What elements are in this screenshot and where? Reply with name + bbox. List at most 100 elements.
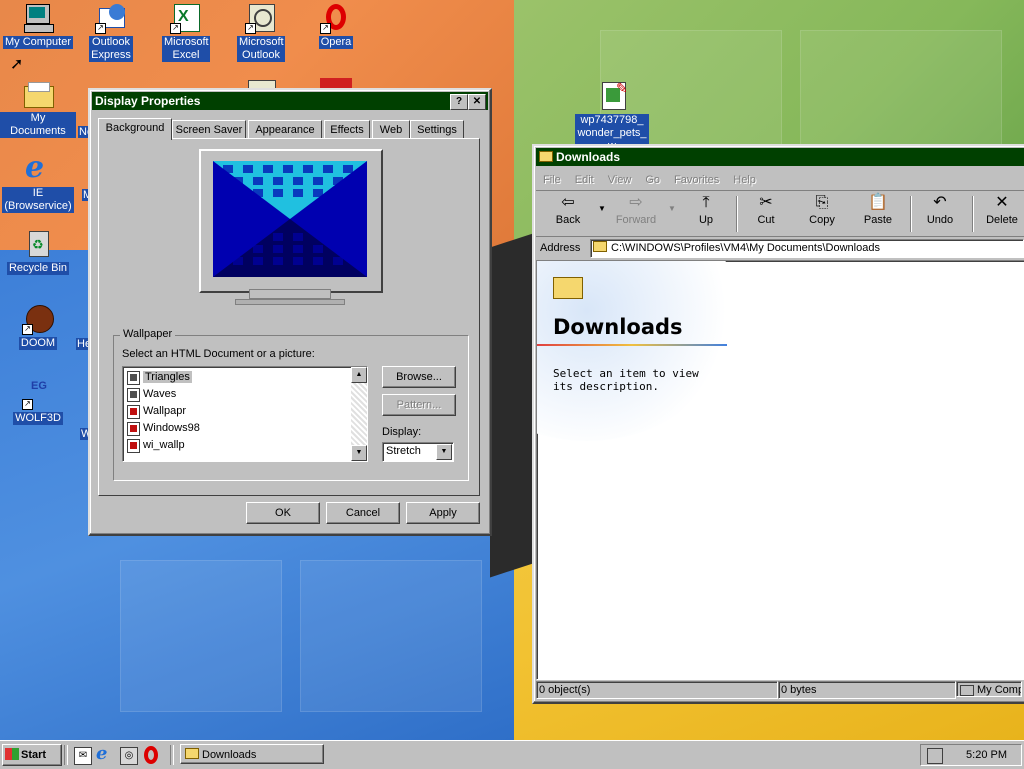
wallpaper-list-item[interactable]: Windows98 bbox=[125, 420, 351, 437]
desktop-icon-my-computer[interactable]: My Computer bbox=[0, 2, 76, 49]
taskbar-separator bbox=[170, 745, 174, 765]
status-size: 0 bytes bbox=[778, 681, 956, 699]
menu-help[interactable]: Help bbox=[726, 170, 763, 190]
close-button[interactable]: ✕ bbox=[468, 94, 486, 110]
quicklaunch-outlook-icon[interactable]: ✉ bbox=[74, 747, 92, 765]
wallpaper-file-icon bbox=[127, 388, 140, 402]
list-scrollbar[interactable]: ▲ ▼ bbox=[351, 367, 367, 461]
back-button[interactable]: ⇦ Back bbox=[538, 192, 598, 234]
clock[interactable]: 5:20 PM bbox=[966, 745, 1007, 765]
heading-rule bbox=[537, 344, 727, 346]
tab-web[interactable]: Web bbox=[372, 120, 410, 139]
menu-edit[interactable]: Edit bbox=[568, 170, 601, 190]
tab-panel: Wallpaper Select an HTML Document or a p… bbox=[98, 138, 480, 496]
start-button[interactable]: Start bbox=[2, 744, 62, 766]
status-bar: 0 object(s) 0 bytes My Comp bbox=[536, 681, 1024, 699]
mouse-cursor-icon: ➚ bbox=[10, 56, 24, 73]
paste-icon: 📋 bbox=[868, 194, 888, 211]
tab-settings[interactable]: Settings bbox=[410, 120, 464, 139]
menu-view[interactable]: View bbox=[601, 170, 639, 190]
folder-icon bbox=[185, 748, 199, 759]
forward-button[interactable]: ⇨ Forward bbox=[606, 192, 666, 234]
outlook-icon: ↗ bbox=[245, 2, 277, 34]
scroll-up-arrow-icon[interactable]: ▲ bbox=[351, 367, 367, 383]
tab-effects[interactable]: Effects bbox=[324, 120, 370, 139]
wallpaper-list-item[interactable]: Wallpapr bbox=[125, 403, 351, 420]
wallpaper-list-item[interactable]: wi_wallp bbox=[125, 437, 351, 454]
folder-large-icon bbox=[553, 277, 583, 299]
menu-file[interactable]: File bbox=[536, 170, 568, 190]
chevron-down-icon[interactable]: ▼ bbox=[436, 444, 452, 460]
quicklaunch-channels-icon[interactable]: ◎ bbox=[120, 747, 138, 765]
computer-icon bbox=[960, 685, 974, 696]
display-properties-window: Display Properties ? ✕ Background Screen… bbox=[88, 88, 492, 536]
address-bar: Address C:\WINDOWS\Profiles\VM4\My Docum… bbox=[536, 238, 1024, 258]
scroll-down-arrow-icon[interactable]: ▼ bbox=[351, 445, 367, 461]
monitor-base bbox=[235, 299, 345, 305]
quicklaunch-opera-icon[interactable] bbox=[144, 746, 158, 764]
image-file-icon: ✎ bbox=[596, 80, 628, 112]
wallpaper-pane bbox=[300, 560, 482, 712]
wallpaper-group: Wallpaper Select an HTML Document or a p… bbox=[113, 328, 469, 481]
display-label: Display: bbox=[382, 426, 422, 438]
menu-go[interactable]: Go bbox=[638, 170, 667, 190]
tab-screen-saver[interactable]: Screen Saver bbox=[172, 120, 246, 139]
desktop-icon-ie[interactable]: e IE (Browservice) bbox=[0, 153, 76, 213]
wallpaper-preview bbox=[213, 161, 367, 277]
system-tray: 5:20 PM bbox=[920, 744, 1022, 766]
wolf3d-icon: EG ↗ bbox=[22, 378, 54, 410]
windows-logo-icon bbox=[5, 748, 19, 760]
wallpaper-list-item[interactable]: Waves bbox=[125, 386, 351, 403]
desktop-icon-doom[interactable]: ↗ DOOM bbox=[0, 303, 76, 350]
taskbar-separator bbox=[64, 745, 68, 765]
computer-icon bbox=[22, 2, 54, 34]
explorer-titlebar[interactable]: Downloads bbox=[536, 148, 1024, 166]
tab-background[interactable]: Background bbox=[98, 118, 172, 140]
doom-icon: ↗ bbox=[22, 303, 54, 335]
help-button[interactable]: ? bbox=[450, 94, 468, 110]
menu-favorites[interactable]: Favorites bbox=[667, 170, 726, 190]
folder-icon bbox=[593, 241, 607, 252]
display-properties-titlebar[interactable]: Display Properties ? ✕ bbox=[92, 92, 488, 110]
up-button[interactable]: ⤒ Up bbox=[676, 192, 736, 234]
tab-appearance[interactable]: Appearance bbox=[248, 120, 322, 139]
quicklaunch-ie-icon[interactable]: e bbox=[96, 745, 107, 763]
folder-heading: Downloads bbox=[553, 315, 683, 339]
desktop-icon-outlook[interactable]: ↗ Microsoft Outlook bbox=[223, 2, 299, 62]
forward-arrow-icon: ⇨ bbox=[629, 194, 643, 211]
excel-icon: X ↗ bbox=[170, 2, 202, 34]
ok-button[interactable]: OK bbox=[246, 502, 320, 524]
taskbar-task-downloads[interactable]: Downloads bbox=[180, 744, 324, 764]
tray-network-icon[interactable] bbox=[927, 748, 943, 764]
back-dropdown-icon[interactable]: ▼ bbox=[598, 204, 606, 213]
desktop-icon-recycle-bin[interactable]: ♻ Recycle Bin bbox=[0, 228, 76, 275]
status-zone: My Comp bbox=[956, 681, 1022, 697]
wallpaper-list-item[interactable]: Triangles bbox=[125, 369, 351, 386]
wallpaper-list[interactable]: Triangles Waves Wallpapr Windows98 wi_wallp … bbox=[122, 366, 368, 462]
ie-icon: e bbox=[25, 150, 45, 185]
desktop-icon-opera[interactable]: ↗ Opera bbox=[298, 2, 374, 49]
desktop-icon-my-documents[interactable]: My Documents bbox=[0, 78, 76, 138]
desktop-icon-wolf3d[interactable]: EG ↗ WOLF3D bbox=[0, 378, 76, 425]
browse-button[interactable]: Browse... bbox=[382, 366, 456, 388]
apply-button[interactable]: Apply bbox=[406, 502, 480, 524]
tab-strip: Background Screen Saver Appearance Effec… bbox=[98, 118, 478, 140]
wallpaper-logo-band bbox=[490, 232, 536, 578]
address-input[interactable]: C:\WINDOWS\Profiles\VM4\My Documents\Dow… bbox=[590, 239, 1024, 258]
cut-button[interactable]: ✂ Cut bbox=[736, 192, 796, 234]
explorer-content[interactable]: Downloads Select an item to view its des… bbox=[536, 260, 1024, 680]
delete-button[interactable]: ✕ Delete bbox=[972, 192, 1024, 234]
wallpaper-pane bbox=[120, 560, 282, 712]
desktop-icon-excel[interactable]: X ↗ Microsoft Excel bbox=[148, 2, 224, 62]
forward-dropdown-icon[interactable]: ▼ bbox=[668, 204, 676, 213]
display-mode-select[interactable]: Stretch ▼ bbox=[382, 442, 454, 462]
paste-button[interactable]: 📋 Paste bbox=[848, 192, 908, 234]
cancel-button[interactable]: Cancel bbox=[326, 502, 400, 524]
pattern-button[interactable]: Pattern... bbox=[382, 394, 456, 416]
desktop-icon-wallpaper-file[interactable]: ✎ wp7437798_wonder_pets_w bbox=[574, 80, 650, 153]
wallpaper-file-icon bbox=[127, 371, 140, 385]
undo-button[interactable]: ↶ Undo bbox=[910, 192, 970, 234]
copy-button[interactable]: ⎘ Copy bbox=[792, 192, 852, 234]
desktop-icon-outlook-express[interactable]: ↗ Outlook Express bbox=[73, 2, 149, 62]
status-objects: 0 object(s) bbox=[536, 681, 778, 699]
